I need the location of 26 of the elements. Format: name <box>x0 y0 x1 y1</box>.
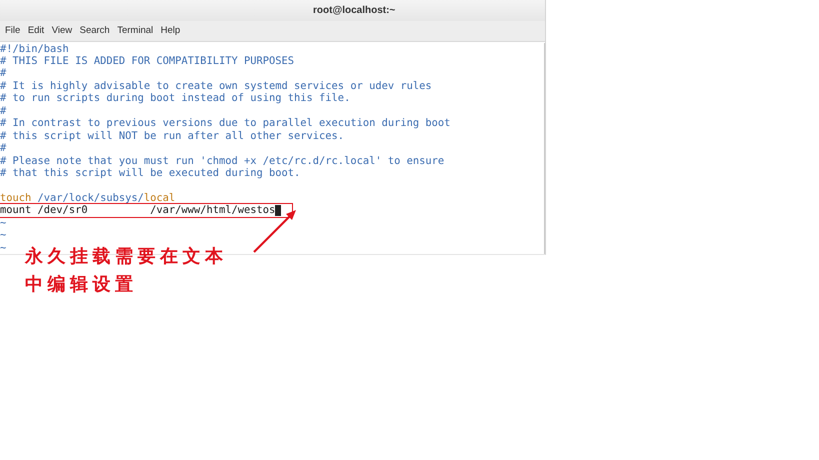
code-text: # It is highly advisable to create own systemd services or udev rules <box>0 80 432 92</box>
code-text: # <box>0 104 6 118</box>
code-text: #!/bin/bash <box>0 42 69 56</box>
code-text: local <box>144 192 176 204</box>
code-text: # that this script will be executed during boot. <box>0 166 300 180</box>
annotation-text: 永久挂载需要在文本中编辑设置 <box>25 245 228 297</box>
code-text: # <box>0 142 6 155</box>
code-text: touch <box>0 192 32 204</box>
code-text: # this script will NOT be run after all other services. <box>0 130 344 142</box>
menu-item[interactable]: Help <box>158 25 184 36</box>
code-text: # THIS FILE IS ADDED FOR COMPATIBILITY PURPOSES <box>0 55 294 68</box>
code-text: # In contrast to previous versions due to parallel execution during boot <box>0 117 450 130</box>
code-text: /var/lock/subsys/ <box>36 192 144 204</box>
empty-line-marker: ~ <box>0 242 6 254</box>
empty-line-marker: ~ <box>0 229 6 242</box>
code-text: # <box>0 67 6 80</box>
empty-line-marker: ~ <box>0 216 6 230</box>
code-text: mount /dev/sr0 /var/www/html/westos <box>0 204 276 217</box>
code-text: # Please note that you must run 'chmod +x /etc/rc.d/rc.local' to ensure <box>0 154 444 167</box>
menu-item[interactable]: Search <box>76 25 113 36</box>
code-text: # to run scripts during boot instead of using this file. <box>0 92 350 105</box>
window-title: root@localhost:~ <box>313 4 396 16</box>
menu-item[interactable]: Edit <box>24 25 48 36</box>
menu-item[interactable]: Terminal <box>114 25 156 36</box>
menu-item[interactable]: File <box>2 25 24 36</box>
menu-item[interactable]: View <box>48 25 76 36</box>
